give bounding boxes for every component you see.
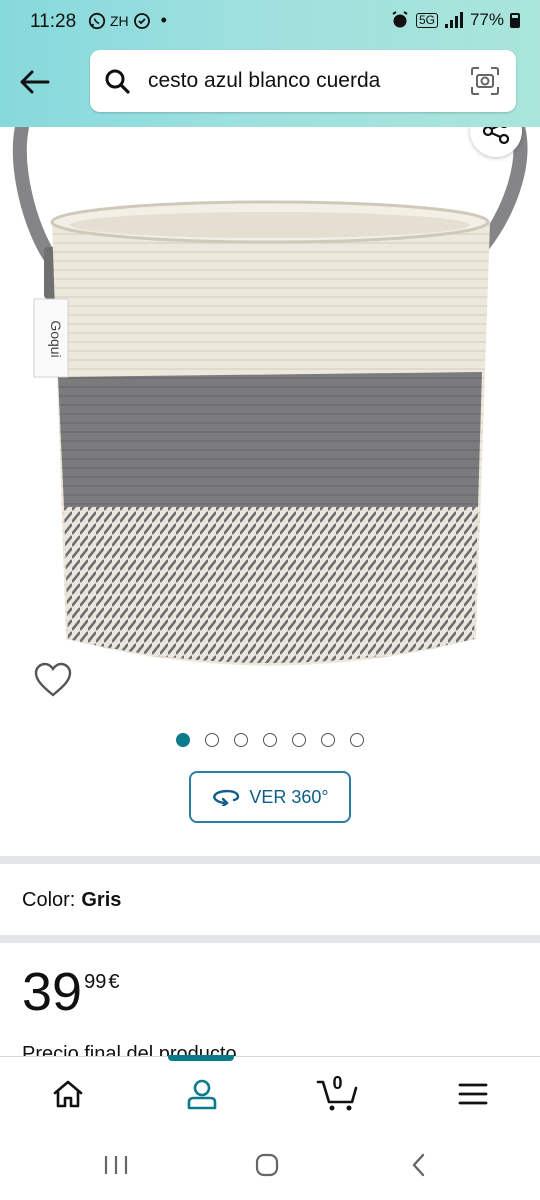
status-right-icons: 5G 77% — [390, 10, 520, 30]
alarm-icon — [392, 11, 408, 28]
home-circle-icon[interactable] — [237, 1148, 297, 1182]
nav-home[interactable] — [0, 1057, 135, 1131]
search-input[interactable]: cesto azul blanco cuerda — [90, 50, 516, 112]
cart-count: 0 — [332, 1073, 343, 1093]
search-query: cesto azul blanco cuerda — [148, 69, 381, 92]
nav-menu[interactable] — [405, 1057, 540, 1131]
basket-tag-text: Goqui — [48, 320, 64, 357]
price-fraction: 99 — [84, 971, 107, 993]
rotate-360-icon — [213, 789, 240, 806]
heart-icon[interactable] — [34, 662, 72, 698]
network-5g-label: 5G — [415, 12, 438, 28]
price: 39 99 € — [22, 965, 119, 1019]
color-selector: Color: Gris — [22, 889, 121, 912]
battery-percent: 77% — [469, 10, 504, 29]
view-360-button[interactable]: VER 360° — [189, 771, 351, 823]
carousel-dot[interactable] — [292, 733, 306, 747]
carousel-dot[interactable] — [234, 733, 248, 747]
carousel-dot[interactable] — [205, 733, 219, 747]
nav-account[interactable] — [134, 1057, 269, 1131]
carousel-dots — [0, 733, 540, 747]
color-label: Color: — [22, 889, 76, 911]
product-image[interactable]: Goqui — [0, 127, 540, 707]
carousel-dot[interactable] — [321, 733, 335, 747]
back-chevron-icon[interactable] — [389, 1148, 449, 1182]
price-currency: € — [108, 971, 120, 993]
battery-icon — [510, 12, 520, 28]
app-header: 11:28 ZH • 5G 77% cesto azul blanco cuer… — [0, 0, 540, 127]
section-divider — [0, 856, 540, 864]
camera-icon[interactable] — [470, 66, 500, 96]
color-value: Gris — [81, 889, 122, 911]
recents-icon[interactable] — [86, 1148, 146, 1182]
bottom-navigation: 0 — [0, 1055, 540, 1131]
section-divider — [0, 935, 540, 943]
basket-illustration: Goqui — [12, 127, 528, 666]
carousel-dot[interactable] — [350, 733, 364, 747]
whatsapp-icon — [88, 12, 106, 29]
nav-cart[interactable]: 0 — [270, 1057, 405, 1131]
sync-icon — [133, 12, 150, 29]
android-navigation-bar — [0, 1130, 540, 1200]
carousel-dot[interactable] — [263, 733, 277, 747]
signal-icon — [444, 12, 463, 28]
price-whole: 39 — [22, 962, 83, 1022]
status-left-icons: ZH • — [88, 10, 167, 31]
view-360-label: VER 360° — [249, 786, 329, 807]
menu-icon — [458, 1083, 487, 1105]
account-icon — [187, 1079, 216, 1110]
search-icon[interactable] — [104, 68, 130, 94]
status-zh-label: ZH — [110, 12, 129, 29]
home-icon — [53, 1080, 82, 1108]
status-bar: 11:28 ZH • 5G 77% — [0, 0, 540, 44]
carousel-dot[interactable] — [176, 733, 190, 747]
status-time: 11:28 — [30, 11, 77, 32]
share-icon — [482, 127, 510, 145]
dot-icon: • — [160, 10, 167, 30]
back-arrow-icon[interactable] — [14, 64, 54, 100]
